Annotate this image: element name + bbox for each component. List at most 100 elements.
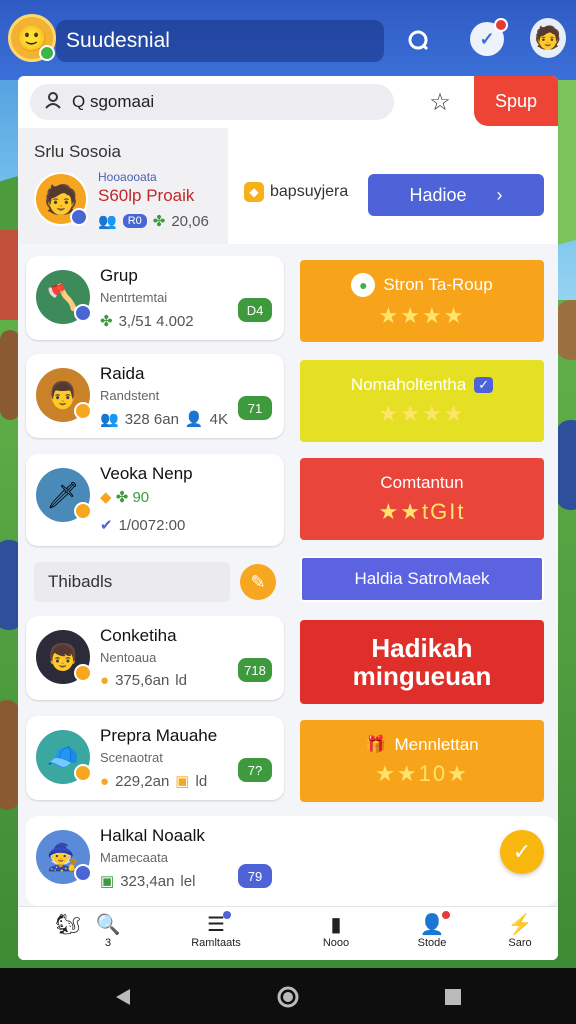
- action-tile[interactable]: Nomaholtentha ✓ ★★★★: [300, 360, 544, 442]
- gift-icon: 🎁: [365, 735, 387, 754]
- search-row: ☆ Spup: [18, 76, 558, 128]
- search-field[interactable]: [30, 84, 394, 120]
- featured-count: 20,06: [171, 212, 209, 230]
- list-item-sub: Scenaotrat: [100, 750, 163, 765]
- filter-chip[interactable]: Thibadls: [34, 562, 230, 602]
- search-action-button[interactable]: Spup: [474, 76, 558, 126]
- action-label: Hadikah mingueuan: [352, 633, 492, 691]
- home-icon: [277, 986, 299, 1008]
- chevron-badge-icon: ✓: [479, 28, 495, 49]
- list-item[interactable]: 👨 Raida Randstent 👥 328 6an 👤 4K 71: [26, 354, 284, 438]
- search-button[interactable]: [400, 22, 436, 58]
- rating-stars: ★★★★: [378, 401, 466, 426]
- checkbox-icon: ✓: [474, 377, 494, 393]
- list-avatar: 👨: [36, 368, 92, 422]
- list-item-name: Veoka Nenp: [100, 464, 193, 483]
- confirm-button[interactable]: ✓: [500, 830, 544, 874]
- tab-stode[interactable]: 👤 Stode: [392, 911, 472, 957]
- list-item-stats: ✤ 3,/51 4.002: [100, 312, 194, 331]
- score-badge: 79: [238, 864, 272, 888]
- action-tile[interactable]: 🎁 Mennlettan ★★10★: [300, 720, 544, 802]
- people-icon: 👥: [98, 213, 117, 230]
- featured-name: S60lp Proaik: [98, 186, 195, 205]
- user-avatar[interactable]: 🙂: [8, 14, 56, 62]
- system-nav-bar: [0, 968, 576, 1024]
- check-circle-icon: ✔: [100, 517, 113, 534]
- tab-ramltaats[interactable]: ☰ Ramltaats: [176, 911, 256, 957]
- list-item-stats: ● 375,6an ld: [100, 672, 187, 689]
- rating-stars: ★★★★: [378, 303, 466, 328]
- recents-button[interactable]: [440, 984, 466, 1010]
- score-badge: D4: [238, 298, 272, 322]
- score-badge: 718: [238, 658, 272, 682]
- check-icon: ✓: [512, 839, 532, 864]
- list-avatar: 🪓: [36, 270, 92, 324]
- list-item-name: Conketiha: [100, 626, 177, 645]
- pencil-icon: ✎: [250, 571, 266, 592]
- user-icon: 👤: [184, 411, 204, 428]
- list-item[interactable]: 🧙 Halkal Noaalk Mamecaata ▣ 323,4an lel 79…: [26, 816, 558, 906]
- action-tile[interactable]: Hadikah mingueuan: [300, 620, 544, 704]
- cash-icon: ▣: [100, 873, 115, 890]
- featured-tag[interactable]: ◆ bapsuyjera: [244, 182, 348, 202]
- action-label: Comtantun: [380, 473, 464, 492]
- app-title: Suudesnial: [56, 20, 384, 62]
- book-icon: ▮: [330, 914, 342, 936]
- tab-search[interactable]: 🔍 3: [68, 913, 148, 957]
- user-icon: 👤: [420, 911, 451, 937]
- recents-icon: [445, 989, 461, 1005]
- list-item[interactable]: 🪓 Grup Nentrtemtai ✤ 3,/51 4.002 D4: [26, 256, 284, 340]
- search-input[interactable]: [72, 92, 352, 112]
- list-avatar: 🧙: [36, 830, 92, 884]
- profile-button[interactable]: 🧑: [530, 18, 566, 58]
- chevron-right-icon: ›: [496, 184, 503, 205]
- list-item-stats: ▣ 323,4an lel: [100, 872, 196, 891]
- coin-icon: ●: [100, 772, 110, 790]
- list-item-stats: 👥 328 6an 👤 4K: [100, 410, 228, 429]
- list-avatar: 🧢: [36, 730, 92, 784]
- bottom-tab-bar: 🐿 🔍 3 ☰ Ramltaats ▮ Nooo 👤 Stode ⚡ Saro: [18, 906, 558, 960]
- list-item-stats: ✔ 1/0072:00: [100, 516, 186, 535]
- action-tile[interactable]: Haldia SatroMaek: [300, 556, 544, 602]
- featured-avatar: 🧑: [34, 172, 88, 226]
- list-item-body: 🧙 Halkal Noaalk Mamecaata ▣ 323,4an lel 79: [26, 816, 284, 906]
- list-icon: ☰: [207, 911, 231, 937]
- list-avatar: 👦: [36, 630, 92, 684]
- home-button[interactable]: [275, 984, 301, 1010]
- search-icon: [408, 30, 429, 51]
- list-item[interactable]: 👦 Conketiha Nentoaua ● 375,6an ld 718: [26, 616, 284, 700]
- list-item-stats: ● 229,2an ▣ ld: [100, 772, 208, 791]
- tag-icon: ◆: [244, 182, 264, 202]
- list-item[interactable]: 🗡 Veoka Nenp ◆ ✤ 90 ✔ 1/0072:00: [26, 454, 284, 546]
- list-item-name: Prepra Mauahe: [100, 726, 218, 745]
- score-badge: 71: [238, 396, 272, 420]
- section-title: Srlu Sosoia: [34, 142, 121, 161]
- favorite-button[interactable]: ☆: [416, 84, 464, 120]
- list-item-sub: ◆ ✤ 90: [100, 489, 150, 506]
- tab-saro[interactable]: ⚡ Saro: [480, 913, 558, 957]
- notification-badge: [494, 18, 508, 32]
- featured-meta: 👥 R0 ✤ 20,06: [98, 212, 209, 231]
- star-icon: ☆: [429, 88, 451, 116]
- list-item-sub: Randstent: [100, 388, 160, 403]
- action-label: Mennlettan: [394, 735, 479, 754]
- list-item-name: Raida: [100, 364, 145, 383]
- person-search-icon: [44, 91, 62, 114]
- featured-section: Srlu Sosoia 🧑 Hooaooata S60lp Proaik 👥 R…: [18, 128, 558, 244]
- cash-icon: ▣: [175, 773, 190, 790]
- people-icon: 👥: [100, 411, 119, 428]
- edit-button[interactable]: ✎: [240, 564, 276, 600]
- list-item-sub: Nentrtemtai: [100, 290, 168, 305]
- back-button[interactable]: [110, 984, 136, 1010]
- notifications-button[interactable]: ✓: [470, 18, 508, 56]
- featured-badge: R0: [122, 214, 147, 228]
- rating-stars: ★★tGIt: [378, 499, 466, 524]
- action-tile[interactable]: Comtantun ★★tGIt: [300, 458, 544, 540]
- featured-profile[interactable]: Srlu Sosoia 🧑 Hooaooata S60lp Proaik 👥 R…: [18, 128, 228, 244]
- tab-nooo[interactable]: ▮ Nooo: [296, 913, 376, 957]
- action-tile[interactable]: ● Stron Ta-Roup ★★★★: [300, 260, 544, 342]
- featured-primary-button[interactable]: Hadioe ›: [368, 174, 544, 216]
- main-panel: ☆ Spup Srlu Sosoia 🧑 Hooaooata S60lp Pro…: [18, 76, 558, 960]
- list-item[interactable]: 🧢 Prepra Mauahe Scenaotrat ● 229,2an ▣ ld 7…: [26, 716, 284, 800]
- clover-icon: ✤: [152, 213, 166, 230]
